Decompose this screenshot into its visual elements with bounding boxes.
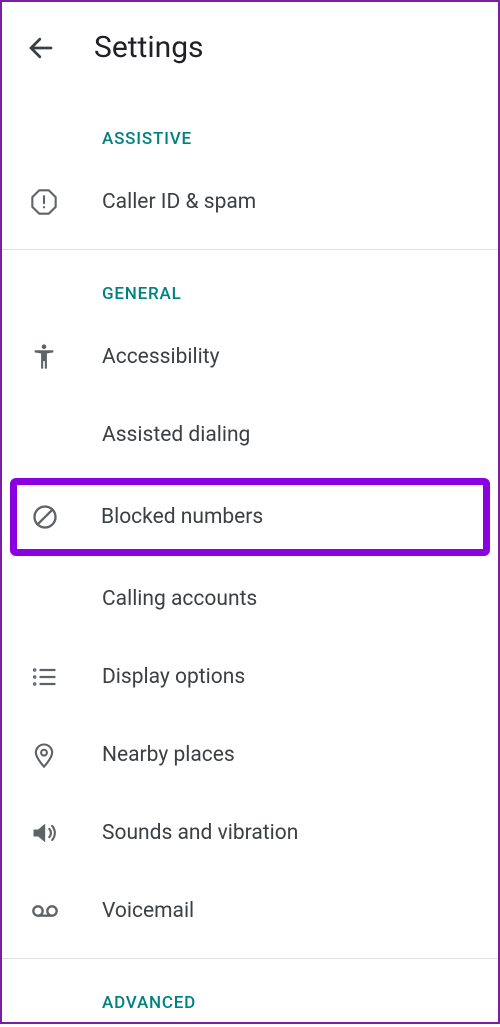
item-label: Accessibility <box>102 345 220 369</box>
item-accessibility[interactable]: Accessibility <box>2 318 498 396</box>
item-sounds-vibration[interactable]: Sounds and vibration <box>2 794 498 872</box>
section-header-general: GENERAL <box>2 250 498 318</box>
item-caller-id-spam[interactable]: Caller ID & spam <box>2 163 498 241</box>
arrow-left-icon <box>26 33 56 63</box>
list-icon <box>30 663 58 691</box>
page-title: Settings <box>94 30 204 65</box>
block-icon <box>31 503 59 531</box>
item-display-options[interactable]: Display options <box>2 638 498 716</box>
settings-screen: Settings ASSISTIVE Caller ID & spam GENE… <box>2 2 498 1027</box>
item-calling-accounts[interactable]: Calling accounts <box>2 560 498 638</box>
item-label: Voicemail <box>102 899 194 923</box>
alert-octagon-icon <box>30 188 58 216</box>
item-label: Caller ID & spam <box>102 190 256 214</box>
back-button[interactable] <box>24 31 58 65</box>
item-label: Blocked numbers <box>101 505 263 529</box>
section-header-advanced: ADVANCED <box>2 959 498 1027</box>
speaker-icon <box>30 819 58 847</box>
item-blocked-numbers[interactable]: Blocked numbers <box>10 478 490 556</box>
item-assisted-dialing[interactable]: Assisted dialing <box>2 396 498 474</box>
item-voicemail[interactable]: Voicemail <box>2 872 498 950</box>
item-label: Nearby places <box>102 743 235 767</box>
item-label: Calling accounts <box>102 587 257 611</box>
voicemail-icon <box>30 897 60 925</box>
item-label: Sounds and vibration <box>102 821 298 845</box>
item-label: Display options <box>102 665 245 689</box>
location-pin-icon <box>30 741 58 769</box>
section-header-assistive: ASSISTIVE <box>2 95 498 163</box>
app-header: Settings <box>2 2 498 95</box>
accessibility-icon <box>30 343 58 371</box>
item-label: Assisted dialing <box>102 423 250 447</box>
item-nearby-places[interactable]: Nearby places <box>2 716 498 794</box>
